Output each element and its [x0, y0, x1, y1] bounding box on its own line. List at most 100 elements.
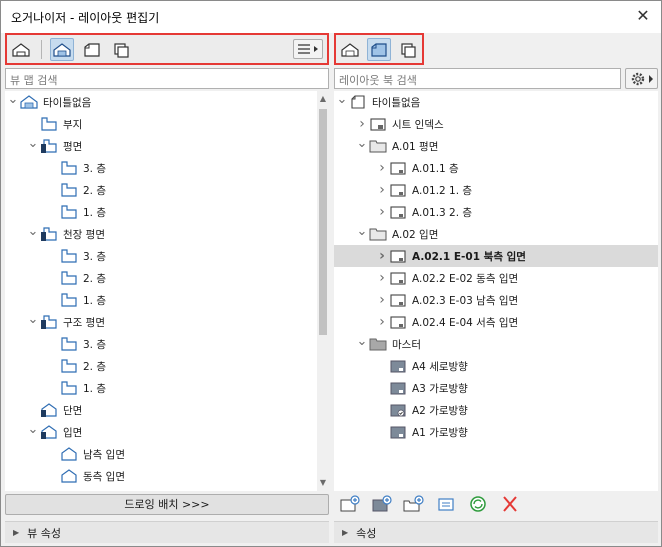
- chevron-down-icon[interactable]: ⌄: [336, 91, 348, 110]
- chevron-right-icon[interactable]: ›: [376, 179, 388, 201]
- place-drawing-button[interactable]: 드로잉 배치 >>>: [5, 494, 329, 515]
- view-map-button-right[interactable]: [338, 38, 362, 61]
- tree-item[interactable]: ⌄ 천장 평면: [5, 223, 313, 245]
- tree-item[interactable]: ⌄ 타이틀없음: [5, 91, 313, 113]
- chevron-right-icon[interactable]: ›: [376, 157, 388, 179]
- delete-icon: [500, 495, 520, 516]
- story-view-icon: [59, 291, 79, 309]
- tree-item-label: A3 가로방향: [412, 382, 468, 395]
- publisher-sets-button[interactable]: [109, 38, 133, 61]
- layout-sheet-icon: [388, 269, 408, 287]
- tree-item[interactable]: A2 가로방향: [334, 399, 658, 421]
- scroll-down-icon[interactable]: ▼: [317, 477, 329, 489]
- chevron-down-icon[interactable]: ⌄: [27, 132, 39, 154]
- structural-plan-folder-icon: [39, 313, 59, 331]
- tree-item[interactable]: › A.02.3 E-03 남측 입면: [334, 289, 658, 311]
- view-map-button[interactable]: [50, 38, 74, 61]
- tree-item[interactable]: › 시트 인덱스: [334, 113, 658, 135]
- view-map-toolbar: [5, 33, 329, 65]
- tree-item[interactable]: ⌄ A.01 평면: [334, 135, 658, 157]
- chevron-right-icon[interactable]: ›: [376, 311, 388, 333]
- update-icon: [468, 495, 488, 516]
- close-button[interactable]: ✕: [631, 5, 655, 29]
- master-layout-default-icon: [388, 401, 408, 419]
- layout-book-button[interactable]: [80, 38, 104, 61]
- elevation-folder-icon: [39, 423, 59, 441]
- tree-item[interactable]: 1. 층: [5, 289, 313, 311]
- chevron-down-icon[interactable]: ⌄: [356, 330, 368, 352]
- scrollbar-thumb[interactable]: [319, 109, 327, 335]
- tree-item-label: 3. 층: [83, 250, 107, 263]
- chevron-down-icon[interactable]: ⌄: [356, 132, 368, 154]
- title-bar: 오거나이저 - 레이아웃 편집기 ✕: [1, 1, 661, 33]
- elevation-view-icon: [59, 445, 79, 463]
- tree-item[interactable]: ⌄ 타이틀없음: [334, 91, 658, 113]
- elevation-view-icon: [59, 467, 79, 485]
- chevron-right-icon[interactable]: ›: [376, 201, 388, 223]
- tree-item-label: 부지: [63, 118, 83, 131]
- tree-item[interactable]: › A.02.1 E-01 북측 입면: [334, 245, 658, 267]
- tree-item[interactable]: A3 가로방향: [334, 377, 658, 399]
- tree-item[interactable]: › A.02.4 E-04 서측 입면: [334, 311, 658, 333]
- layout-sheet-icon: [388, 291, 408, 309]
- properties-label: 속성: [356, 526, 377, 540]
- chevron-down-icon[interactable]: ⌄: [7, 91, 19, 110]
- chevron-right-icon[interactable]: ›: [376, 289, 388, 311]
- tree-item[interactable]: 1. 층: [5, 377, 313, 399]
- scroll-up-icon[interactable]: ▲: [317, 93, 329, 105]
- master-folder-icon: [368, 335, 388, 353]
- tree-item[interactable]: ⌄ 마스터: [334, 333, 658, 355]
- chevron-right-icon[interactable]: ›: [376, 267, 388, 289]
- menu-icon: [298, 44, 318, 54]
- vertical-scrollbar[interactable]: ▲ ▼: [317, 91, 329, 491]
- tree-item[interactable]: 3. 층: [5, 157, 313, 179]
- delete-button[interactable]: [498, 495, 522, 515]
- tree-item[interactable]: › A.01.3 2. 층: [334, 201, 658, 223]
- tree-item[interactable]: ⌄ 구조 평면: [5, 311, 313, 333]
- update-button[interactable]: [466, 495, 490, 515]
- layout-book-search-input[interactable]: 레이아웃 북 검색: [334, 68, 621, 89]
- project-map-button[interactable]: [9, 38, 33, 61]
- tree-item[interactable]: 2. 층: [5, 179, 313, 201]
- chevron-right-icon[interactable]: ›: [376, 245, 388, 267]
- tree-item[interactable]: A4 세로방향: [334, 355, 658, 377]
- publisher-sets-button-right[interactable]: [396, 38, 420, 61]
- chevron-down-icon[interactable]: ⌄: [27, 220, 39, 242]
- tree-item[interactable]: ⌄ 입면: [5, 421, 313, 443]
- tree-item[interactable]: 단면: [5, 399, 313, 421]
- tree-item[interactable]: 2. 층: [5, 355, 313, 377]
- new-master-layout-button[interactable]: [370, 494, 394, 515]
- tree-item[interactable]: › A.01.1 층: [334, 157, 658, 179]
- chevron-down-icon[interactable]: ⌄: [27, 308, 39, 330]
- tree-item[interactable]: 3. 층: [5, 333, 313, 355]
- properties-panel[interactable]: ▶ 속성: [334, 521, 658, 543]
- chevron-down-icon[interactable]: ⌄: [27, 418, 39, 440]
- panel-menu-button[interactable]: [293, 39, 323, 59]
- tree-item[interactable]: ⌄ 평면: [5, 135, 313, 157]
- view-map-search-input[interactable]: 뷰 맵 검색: [5, 68, 329, 89]
- tree-item[interactable]: › A.02.2 E-02 동측 입면: [334, 267, 658, 289]
- view-properties-panel[interactable]: ▶ 뷰 속성: [5, 521, 329, 543]
- tree-item[interactable]: 1. 층: [5, 201, 313, 223]
- floor-plan-folder-icon: [39, 137, 59, 155]
- tree-item[interactable]: 3. 층: [5, 245, 313, 267]
- tree-item[interactable]: › A.01.2 1. 층: [334, 179, 658, 201]
- project-root-icon: [19, 93, 39, 111]
- layout-book-icon: [84, 42, 100, 57]
- new-folder-button[interactable]: [402, 494, 426, 515]
- tree-item[interactable]: 부지: [5, 113, 313, 135]
- layout-book-button-right[interactable]: [367, 38, 391, 61]
- new-layout-button[interactable]: [338, 494, 362, 515]
- tree-item[interactable]: A1 가로방향: [334, 421, 658, 443]
- chevron-down-icon[interactable]: ⌄: [356, 220, 368, 242]
- tree-item[interactable]: ⌄ A.02 입면: [334, 223, 658, 245]
- tree-item[interactable]: 남측 입면: [5, 443, 313, 465]
- settings-button[interactable]: [625, 68, 658, 89]
- layout-settings-button[interactable]: [434, 495, 458, 515]
- tree-item[interactable]: 2. 층: [5, 267, 313, 289]
- tree-item[interactable]: 동측 입면: [5, 465, 313, 487]
- tree-item-label: 타이틀없음: [43, 96, 92, 109]
